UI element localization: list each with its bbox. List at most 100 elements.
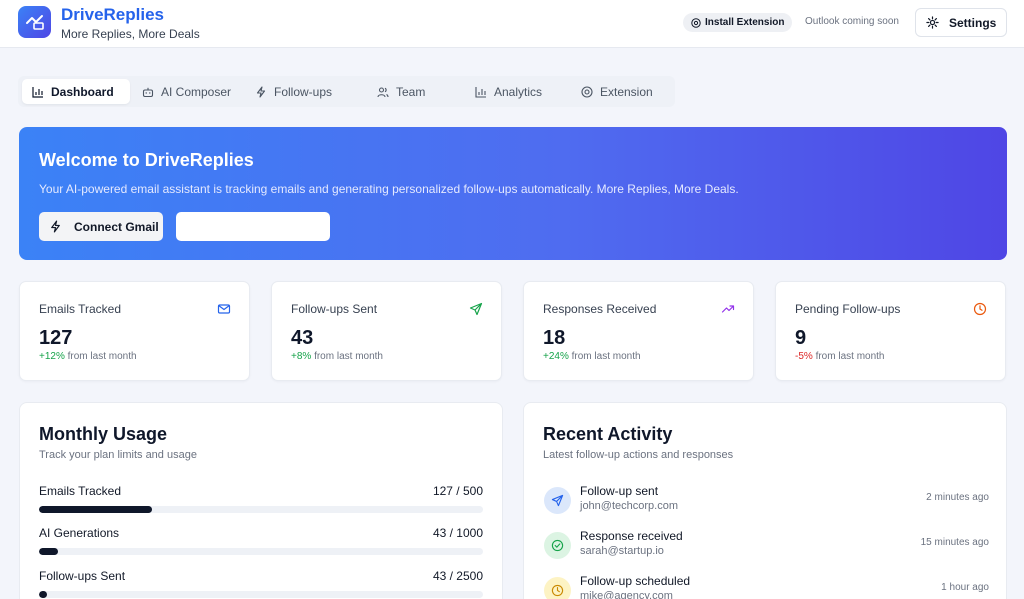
stat-change: +8% from last month <box>291 351 383 362</box>
activity-time: 1 hour ago <box>941 582 989 593</box>
usage-value: 43 / 2500 <box>432 569 483 583</box>
panel-title: Recent Activity <box>543 424 673 444</box>
brand-tagline: More Replies, More Deals <box>61 27 200 41</box>
secondary-button[interactable] <box>176 212 330 241</box>
activity-email: mike@agency.com <box>580 590 673 599</box>
stat-change-pct: +12% <box>39 351 65 362</box>
usage-label: Emails Tracked <box>39 484 122 498</box>
app-logo[interactable] <box>18 6 51 38</box>
tab-ai-composer[interactable]: AI Composer <box>132 79 241 104</box>
tab-label: Analytics <box>494 84 543 99</box>
connect-gmail-button[interactable]: Connect Gmail <box>39 212 163 241</box>
stat-label: Pending Follow-ups <box>795 302 901 316</box>
welcome-banner: Welcome to DriveReplies Your AI-powered … <box>19 127 1007 260</box>
activity-item[interactable]: Follow-up sent john@techcorp.com 2 minut… <box>544 484 989 520</box>
main-tabs: Dashboard AI Composer Follow-ups Team An… <box>18 76 675 107</box>
stat-change: +24% from last month <box>543 351 641 362</box>
activity-icon-bg <box>544 487 571 514</box>
usage-label: AI Generations <box>39 526 120 540</box>
lightning-icon <box>51 220 60 233</box>
tab-label: Extension <box>600 84 653 99</box>
brand-name: DriveReplies <box>61 5 164 24</box>
panel-subtitle: Latest follow-up actions and responses <box>543 449 734 461</box>
stat-change-suffix: from last month <box>67 351 137 362</box>
activity-title: Follow-up scheduled <box>580 574 691 588</box>
tab-follow-ups[interactable]: Follow-ups <box>245 79 342 104</box>
activity-email: john@techcorp.com <box>580 500 678 512</box>
install-extension-label: Install Extension <box>705 17 785 28</box>
stat-card-pending-follow-ups: Pending Follow-ups 9 -5% from last month <box>775 281 1006 381</box>
bot-icon <box>142 87 154 97</box>
stat-label: Emails Tracked <box>39 302 122 316</box>
usage-progress-fill <box>39 506 152 513</box>
bar-chart-icon <box>475 86 486 98</box>
activity-time: 15 minutes ago <box>920 537 989 548</box>
stat-change: +12% from last month <box>39 351 137 362</box>
tab-extension[interactable]: Extension <box>571 79 663 104</box>
usage-row-ai-generations: AI Generations 43 / 1000 <box>39 526 483 555</box>
stat-change-suffix: from last month <box>815 351 885 362</box>
stat-label: Follow-ups Sent <box>291 302 378 316</box>
logo-icon <box>25 15 44 30</box>
activity-icon-bg <box>544 577 571 599</box>
activity-title: Follow-up sent <box>580 484 659 498</box>
stat-value: 9 <box>795 327 807 349</box>
send-icon <box>469 302 483 316</box>
usage-progress-bar <box>39 506 483 513</box>
chrome-icon <box>581 85 593 98</box>
outlook-note: Outlook coming soon <box>805 16 899 27</box>
stat-card-follow-ups-sent: Follow-ups Sent 43 +8% from last month <box>271 281 502 381</box>
clock-icon <box>973 302 987 316</box>
stat-change-pct: +8% <box>291 351 312 362</box>
lightning-icon <box>256 85 266 98</box>
stat-change-suffix: from last month <box>314 351 383 362</box>
tab-label: Team <box>396 84 426 99</box>
stat-change: -5% from last month <box>795 351 885 362</box>
stat-change-suffix: from last month <box>571 351 641 362</box>
stat-value: 43 <box>291 327 314 349</box>
activity-icon-bg <box>544 532 571 559</box>
stat-card-responses-received: Responses Received 18 +24% from last mon… <box>523 281 754 381</box>
users-icon <box>377 86 389 97</box>
activity-item[interactable]: Follow-up scheduled mike@agency.com 1 ho… <box>544 574 989 599</box>
tab-analytics[interactable]: Analytics <box>465 79 552 104</box>
welcome-title: Welcome to DriveReplies <box>39 150 254 170</box>
stat-change-pct: +24% <box>543 351 569 362</box>
usage-value: 43 / 1000 <box>432 526 483 540</box>
usage-value: 127 / 500 <box>432 484 483 498</box>
recent-activity-panel: Recent Activity Latest follow-up actions… <box>523 402 1007 599</box>
stat-card-emails-tracked: Emails Tracked 127 +12% from last month <box>19 281 250 381</box>
check-circle-icon <box>551 539 564 552</box>
send-icon <box>551 494 564 507</box>
stat-label: Responses Received <box>543 302 657 316</box>
activity-time: 2 minutes ago <box>926 492 989 503</box>
tab-team[interactable]: Team <box>367 79 435 104</box>
tab-label: Dashboard <box>51 84 114 99</box>
panel-title: Monthly Usage <box>39 424 168 444</box>
tab-label: AI Composer <box>161 84 232 99</box>
top-header: DriveReplies More Replies, More Deals In… <box>0 0 1024 48</box>
usage-progress-fill <box>39 548 59 555</box>
connect-gmail-label: Connect Gmail <box>74 219 159 234</box>
stat-value: 127 <box>39 327 73 349</box>
welcome-subtitle: Your AI-powered email assistant is track… <box>39 182 739 196</box>
settings-label: Settings <box>949 15 997 30</box>
tab-dashboard[interactable]: Dashboard <box>22 79 130 104</box>
usage-progress-bar <box>39 548 483 555</box>
settings-button[interactable]: Settings <box>915 8 1007 37</box>
trending-up-icon <box>721 305 735 313</box>
install-extension-button[interactable]: Install Extension <box>683 13 793 32</box>
activity-item[interactable]: Response received sarah@startup.io 15 mi… <box>544 529 989 565</box>
usage-label: Follow-ups Sent <box>39 569 126 583</box>
clock-icon <box>551 584 564 597</box>
usage-row-follow-ups-sent: Follow-ups Sent 43 / 2500 <box>39 569 483 598</box>
monthly-usage-panel: Monthly Usage Track your plan limits and… <box>19 402 503 599</box>
stat-value: 18 <box>543 327 566 349</box>
usage-progress-fill <box>39 591 47 598</box>
activity-email: sarah@startup.io <box>580 545 664 557</box>
gear-icon <box>926 16 939 29</box>
chrome-icon <box>691 17 701 28</box>
bar-chart-icon <box>32 86 43 98</box>
mail-icon <box>217 304 231 314</box>
tab-label: Follow-ups <box>274 84 333 99</box>
